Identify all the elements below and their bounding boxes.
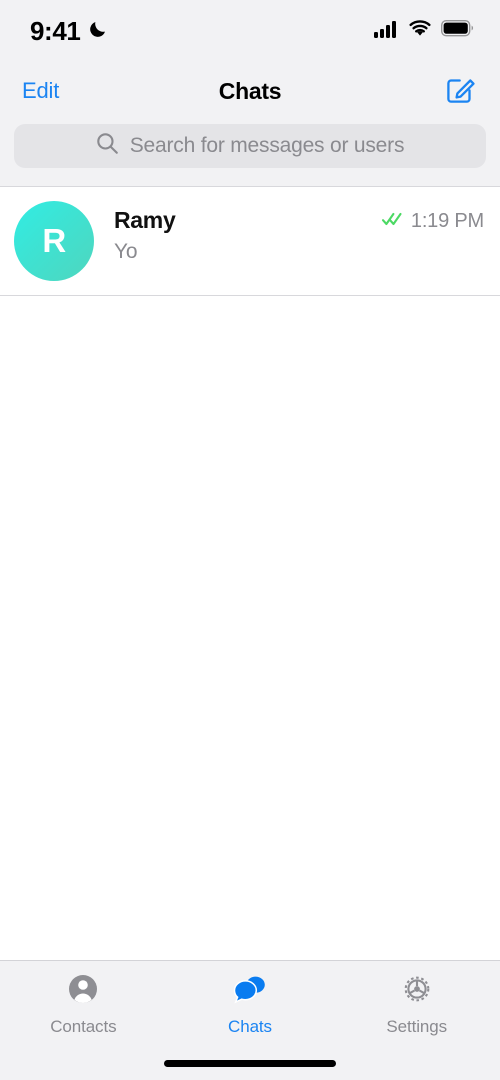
chat-bubbles-icon — [232, 971, 268, 1012]
wifi-icon — [408, 19, 432, 43]
home-indicator-area — [0, 1046, 500, 1080]
status-time: 9:41 — [30, 15, 81, 46]
signal-bars-icon — [374, 20, 399, 43]
status-bar-left: 9:41 — [30, 16, 109, 47]
moon-icon — [87, 18, 109, 45]
search-placeholder: Search for messages or users — [129, 134, 405, 157]
home-indicator[interactable] — [164, 1059, 336, 1067]
chat-list-item[interactable]: R Ramy Yo 1:19 PM — [0, 187, 500, 296]
tab-settings[interactable]: Settings — [333, 971, 500, 1037]
tab-chats-label: Chats — [228, 1017, 272, 1036]
compose-icon[interactable] — [444, 72, 478, 111]
tab-contacts-label: Contacts — [50, 1017, 117, 1036]
status-bar: 9:41 — [0, 0, 500, 62]
chat-timestamp: 1:19 PM — [410, 210, 484, 232]
page-title: Chats — [218, 77, 282, 104]
chat-list[interactable]: R Ramy Yo 1:19 PM — [0, 186, 500, 960]
gear-icon — [399, 971, 435, 1012]
contacts-person-icon — [65, 971, 101, 1012]
tab-bar: Contacts Chats Settings — [0, 960, 500, 1046]
app-screen: 9:41 Edit Chats Search for messages or u… — [0, 0, 500, 1080]
status-bar-right — [374, 19, 474, 43]
tab-settings-label: Settings — [386, 1017, 447, 1036]
chat-item-body: Ramy Yo — [94, 201, 381, 265]
double-check-icon — [381, 211, 405, 232]
avatar: R — [14, 201, 94, 281]
chat-message-preview: Yo — [114, 240, 138, 264]
search-bar-container: Search for messages or users — [0, 120, 500, 186]
chat-contact-name: Ramy — [114, 207, 176, 233]
search-icon — [96, 132, 119, 160]
chat-item-meta: 1:19 PM — [381, 201, 484, 233]
tab-chats[interactable]: Chats — [167, 971, 334, 1037]
edit-button[interactable]: Edit — [22, 78, 59, 104]
avatar-initial: R — [42, 222, 66, 259]
battery-icon — [440, 19, 474, 42]
tab-contacts[interactable]: Contacts — [0, 971, 167, 1037]
search-input[interactable]: Search for messages or users — [14, 124, 486, 168]
navigation-bar: Edit Chats — [0, 62, 500, 120]
